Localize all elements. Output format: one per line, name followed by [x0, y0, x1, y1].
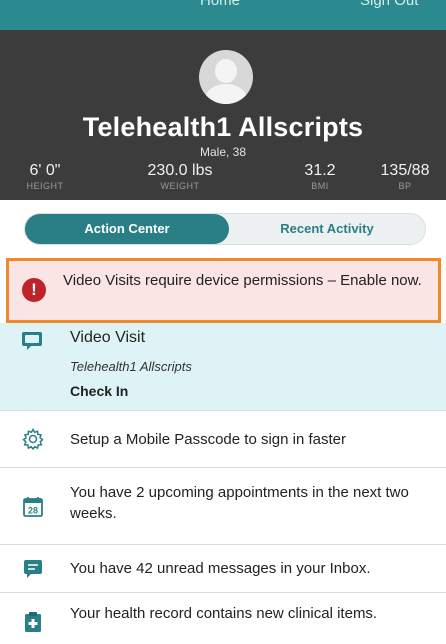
list-item-messages[interactable]: You have 42 unread messages in your Inbo… [0, 544, 446, 592]
vital-height: 6' 0" HEIGHT [14, 162, 76, 191]
profile-header: Telehealth1 Allscripts Male, 38 6' 0" HE… [0, 30, 446, 200]
vital-weight-label: WEIGHT [160, 181, 200, 191]
video-visit-card[interactable]: Video Visit Telehealth1 Allscripts Check… [0, 323, 446, 410]
patient-demographics: Male, 38 [199, 145, 247, 159]
segment-container: Action Center Recent Activity [0, 200, 446, 258]
nav-home-link[interactable]: Home [200, 0, 240, 9]
messages-text: You have 42 unread messages in your Inbo… [70, 560, 371, 577]
avatar-shoulders-shape [205, 84, 247, 104]
vital-bp-value: 135/88 [380, 162, 430, 179]
permissions-alert[interactable]: ! Video Visits require device permission… [6, 258, 441, 323]
avatar-head-shape [215, 59, 237, 83]
list-item-passcode[interactable]: Setup a Mobile Passcode to sign in faste… [0, 410, 446, 467]
vital-bmi-value: 31.2 [304, 162, 336, 179]
vital-bp-label: BP [398, 181, 412, 191]
vital-weight-value: 230.0 lbs [147, 162, 213, 179]
message-icon [24, 560, 42, 578]
appointments-text: You have 2 upcoming appointments in the … [70, 484, 409, 522]
video-visit-patient: Telehealth1 Allscripts [70, 359, 192, 374]
calendar-icon: 28 [23, 497, 43, 517]
vital-height-label: HEIGHT [26, 181, 64, 191]
exclamation-icon: ! [22, 278, 46, 302]
list-item-health-record[interactable]: Your health record contains new clinical… [0, 592, 446, 644]
video-visit-title: Video Visit [70, 329, 146, 346]
clipboard-icon [25, 612, 41, 632]
vital-bmi-label: BMI [311, 181, 329, 191]
alert-message[interactable]: Video Visits require device permissions … [63, 271, 433, 291]
video-chat-icon [22, 332, 42, 350]
passcode-text: Setup a Mobile Passcode to sign in faste… [70, 431, 346, 448]
health-record-text: Your health record contains new clinical… [70, 605, 378, 622]
nav-sign-out-link[interactable]: Sign Out [360, 0, 418, 9]
tab-recent-activity[interactable]: Recent Activity [229, 214, 425, 244]
top-nav-bar: Home Sign Out [0, 0, 446, 30]
vital-weight: 230.0 lbs WEIGHT [130, 162, 230, 191]
check-in-button[interactable]: Check In [70, 383, 128, 399]
segmented-control: Action Center Recent Activity [24, 213, 426, 245]
vital-bp: 135/88 BP [370, 162, 440, 191]
avatar[interactable] [199, 50, 253, 104]
patient-name: Telehealth1 Allscripts [82, 112, 364, 142]
vital-bmi: 31.2 BMI [292, 162, 348, 191]
gear-icon [22, 428, 44, 450]
list-item-appointments[interactable]: 28 You have 2 upcoming appointments in t… [0, 467, 446, 544]
calendar-day: 28 [28, 506, 38, 516]
vital-height-value: 6' 0" [29, 162, 61, 179]
tab-action-center[interactable]: Action Center [25, 214, 229, 244]
